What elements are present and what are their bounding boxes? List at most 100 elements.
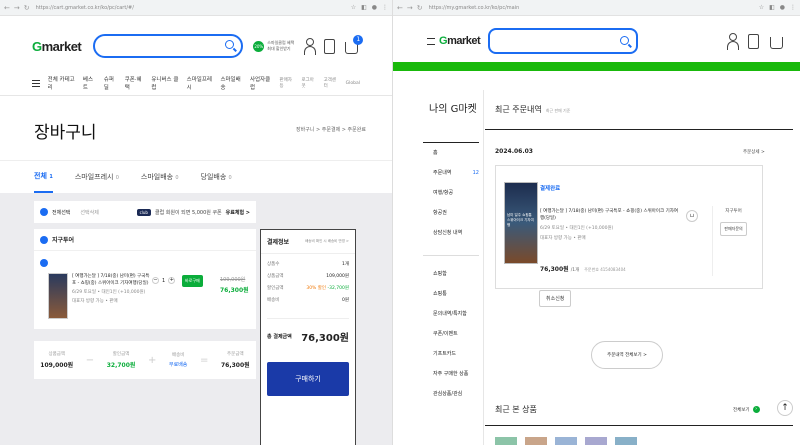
sidebar-item-inquiry[interactable]: 문의내역/특지함 (423, 304, 479, 324)
sidebar-item-consult[interactable]: 상담신청 내역 (423, 223, 479, 243)
order-history-icon[interactable] (324, 38, 336, 54)
recent-thumb[interactable] (555, 437, 577, 445)
seller-name[interactable]: 지구투어 (713, 208, 754, 214)
checkout-row: 상품수 1개 (267, 262, 349, 267)
sidebar-item-flight[interactable]: 항공권 (423, 203, 479, 223)
star-icon[interactable]: ☆ (759, 4, 764, 11)
search-input[interactable] (93, 34, 244, 58)
forward-icon[interactable]: → (407, 4, 413, 12)
my-account-icon[interactable] (304, 38, 317, 55)
sidebar-item-frequent[interactable]: 자주 구매한 상품 (423, 364, 479, 384)
my-account-icon[interactable] (727, 33, 739, 50)
tab-smilefresh[interactable]: 스마일프레시 0 (75, 172, 119, 182)
nav-superdeal[interactable]: 슈퍼딜 (104, 75, 117, 91)
reload-icon[interactable]: ↻ (24, 4, 30, 12)
purchase-button[interactable]: 구매하기 (267, 362, 349, 396)
back-icon[interactable]: ← (397, 4, 403, 12)
cancel-request-button[interactable]: 취소신청 (539, 290, 572, 307)
back-icon[interactable]: ← (4, 4, 10, 12)
order-price: 76,300원 (540, 266, 569, 273)
recent-thumb[interactable] (525, 437, 547, 445)
extension-icon[interactable]: ◧ (769, 4, 775, 11)
cart-window: ← → ↻ https://cart.gmarket.co.kr/ko/pc/c… (0, 0, 392, 445)
search-icon[interactable] (620, 36, 630, 45)
seller-name[interactable]: 지구투어 (52, 235, 74, 244)
seller-checkbox[interactable] (40, 235, 48, 244)
qty-value[interactable]: 1 (162, 278, 165, 284)
forward-icon[interactable]: → (14, 4, 20, 12)
order-detail-link[interactable]: 주문상세 > (743, 149, 765, 155)
tab-all[interactable]: 전체 1 (34, 161, 53, 193)
recent-thumb[interactable] (495, 437, 517, 445)
tab-smiledelivery[interactable]: 스마일배송 0 (141, 172, 179, 182)
nav-smilefresh[interactable]: 스마일프레시 (187, 75, 213, 91)
checkout-total: 76,300원 (301, 333, 349, 344)
gmarket-logo[interactable]: Gmarket (439, 35, 481, 47)
nav-global[interactable]: Global (346, 81, 360, 86)
menu-icon[interactable]: ⋮ (790, 4, 796, 11)
sidebar-item-home[interactable]: 홈 (423, 142, 479, 163)
recent-thumb[interactable] (615, 437, 637, 445)
nav-logout[interactable]: 로그아웃 (302, 77, 316, 89)
sidebar-item-wishlist[interactable]: 관심상품/관심 (423, 384, 479, 404)
smile-club-promo[interactable]: 20% 스마일클럽 혜택 최대 할인받기 (253, 40, 294, 52)
site-header: Gmarket (427, 26, 787, 56)
nav-seller[interactable]: 판매자등 (279, 77, 293, 89)
select-all-checkbox[interactable] (40, 208, 48, 216)
sidebar-item-orders[interactable]: 주문내역 12 (423, 163, 479, 183)
cart-add-icon[interactable]: ⊔ (686, 210, 698, 222)
sidebar-item-travel[interactable]: 여행/항공 (423, 183, 479, 203)
nav-cs[interactable]: 고객센터 (324, 77, 338, 89)
qty-plus-button[interactable]: + (168, 277, 176, 284)
gmarket-logo[interactable]: Gmarket (32, 39, 82, 54)
search-icon[interactable] (225, 40, 235, 49)
nav-best[interactable]: 베스트 (83, 75, 96, 91)
delete-selected-button[interactable]: 선택삭제 (80, 209, 98, 216)
url-field[interactable]: https://cart.gmarket.co.kr/ko/pc/cart/#/ (36, 5, 351, 11)
item-title[interactable]: [ 여행가는달 ] 7/18(중) 남미(편) 구국특포 - 쇼핑(중) 스위아… (72, 273, 150, 287)
order-number[interactable]: 주문번호 4154083404 (584, 267, 625, 273)
cart-icon[interactable] (770, 36, 783, 49)
sidebar-item-giftcard[interactable]: 기프트카드 (423, 344, 479, 364)
search-input[interactable] (488, 28, 639, 54)
nav-smiledelivery[interactable]: 스마일배송 (220, 75, 242, 91)
item-checkbox[interactable] (40, 259, 48, 267)
hamburger-icon[interactable] (427, 37, 435, 45)
profile-icon[interactable]: ● (372, 4, 377, 11)
hamburger-icon[interactable] (32, 79, 40, 87)
nav-bizclub[interactable]: 사업자클럽 (250, 75, 272, 91)
cart-icon[interactable]: 1 (345, 34, 364, 54)
summary-discount-amount: 32,700원 (106, 362, 136, 369)
menu-icon[interactable]: ⋮ (382, 4, 388, 11)
nav-coupon[interactable]: 쿠폰·혜택 (125, 75, 144, 91)
reload-icon[interactable]: ↻ (417, 4, 423, 12)
sidebar-item-coupon[interactable]: 쿠폰/이벤트 (423, 324, 479, 344)
summary-shipping: 무료배송 (169, 362, 188, 368)
product-thumbnail[interactable] (48, 273, 68, 319)
scroll-top-button[interactable]: ↑ (777, 400, 793, 416)
sidebar-item-shopbox[interactable]: 쇼핑통 (423, 284, 479, 304)
shipping-note-link[interactable]: 배송비 확인 시 배송비 반영 > (305, 239, 349, 244)
extension-icon[interactable]: ◧ (361, 4, 367, 11)
recent-view-all[interactable]: 전체보기 › (733, 406, 760, 413)
nav-category[interactable]: 전체 카테고리 (48, 75, 75, 91)
order-item-title[interactable]: [ 여행가는달 ] 7/18(중) 남미(편) 구국특포 - 쇼핑(중) 스위아… (540, 208, 680, 222)
order-thumbnail[interactable]: 남미 일주 쇼핑통 스위아이크 기자여행 (504, 182, 538, 264)
sidebar-item-shopbag[interactable]: 쇼핑함 (423, 264, 479, 284)
price-final: 76,300원 (220, 287, 249, 294)
buy-now-button[interactable]: 바로구매 (182, 275, 203, 287)
url-field[interactable]: https://my.gmarket.co.kr/ko/pc/main (429, 5, 759, 11)
recent-thumb[interactable] (585, 437, 607, 445)
order-history-icon[interactable] (748, 33, 759, 49)
tab-sameday[interactable]: 당일배송 0 (201, 172, 232, 182)
nav-universe[interactable]: 유니버스 클럽 (151, 75, 178, 91)
green-band (393, 62, 800, 71)
view-all-orders-button[interactable]: 주문내역 전체보기 > (591, 341, 663, 369)
club-trial-link[interactable]: 유료체험 > (226, 209, 250, 216)
quantity-stepper: − 1 + (152, 277, 176, 284)
profile-icon[interactable]: ● (780, 4, 785, 11)
star-icon[interactable]: ☆ (351, 4, 356, 11)
qty-minus-button[interactable]: − (152, 277, 159, 284)
item-option: 6/29 토요일 • 대인1인 (+10,000원) (72, 290, 146, 295)
seller-inquiry-button[interactable]: 판매자문의 (720, 222, 747, 236)
